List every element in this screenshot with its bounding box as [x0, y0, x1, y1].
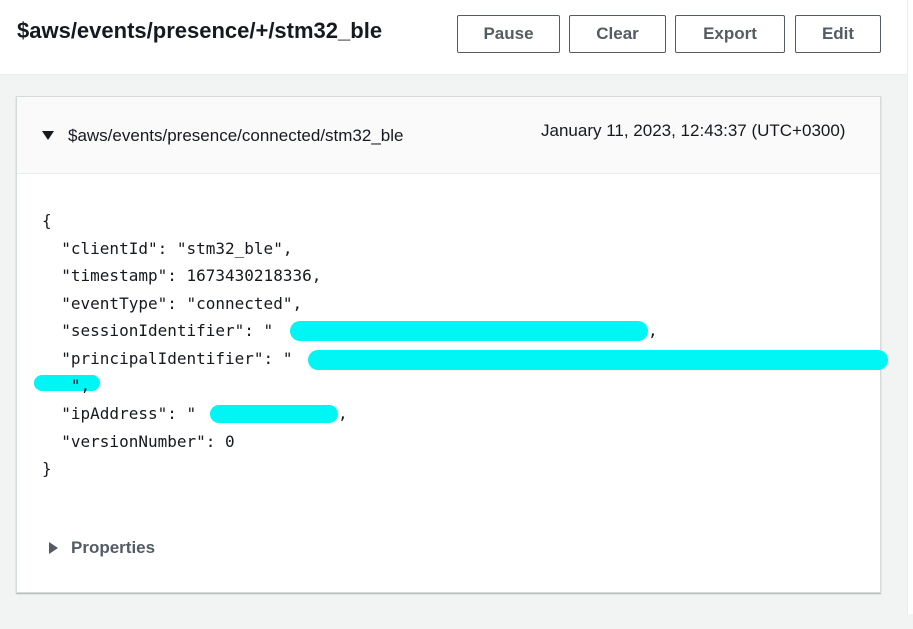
payload-line: "timestamp": 1673430218336, [42, 266, 322, 285]
message-timestamp: January 11, 2023, 12:43:37 (UTC+0300) [541, 121, 846, 140]
clear-button[interactable]: Clear [569, 15, 666, 53]
payload-line: "ipAddress": " [42, 404, 197, 423]
collapse-caret-icon[interactable] [42, 131, 54, 140]
expand-caret-icon[interactable] [49, 542, 58, 554]
payload-line: ", [42, 376, 91, 395]
message-topic: $aws/events/presence/connected/stm32_ble [68, 126, 404, 145]
payload-line: } [42, 459, 52, 478]
message-payload: { "clientId": "stm32_ble", "timestamp": … [34, 211, 888, 629]
properties-label[interactable]: Properties [71, 538, 155, 558]
payload-line: , [338, 404, 348, 423]
payload-line: "eventType": "connected", [42, 294, 303, 313]
pause-button[interactable]: Pause [457, 15, 560, 53]
export-button[interactable]: Export [675, 15, 785, 53]
subscription-topic-title: $aws/events/presence/+/stm32_ble [17, 18, 383, 43]
message-card: $aws/events/presence/connected/stm32_ble… [16, 96, 888, 593]
edit-button[interactable]: Edit [795, 15, 881, 53]
message-header[interactable]: $aws/events/presence/connected/stm32_ble… [17, 97, 880, 174]
payload-line: "versionNumber": 0 [42, 432, 235, 451]
payload-line: { [42, 211, 52, 230]
payload-line: , [648, 321, 658, 340]
redaction-mark [308, 350, 888, 370]
scrollbar[interactable] [907, 0, 913, 614]
subscription-header: $aws/events/presence/+/stm32_ble Pause C… [0, 0, 907, 75]
payload-line: "sessionIdentifier": " [42, 321, 274, 340]
payload-line: "principalIdentifier": " [42, 349, 293, 368]
redaction-mark [210, 405, 338, 423]
redaction-mark [290, 321, 648, 341]
payload-line: "clientId": "stm32_ble", [42, 239, 293, 258]
